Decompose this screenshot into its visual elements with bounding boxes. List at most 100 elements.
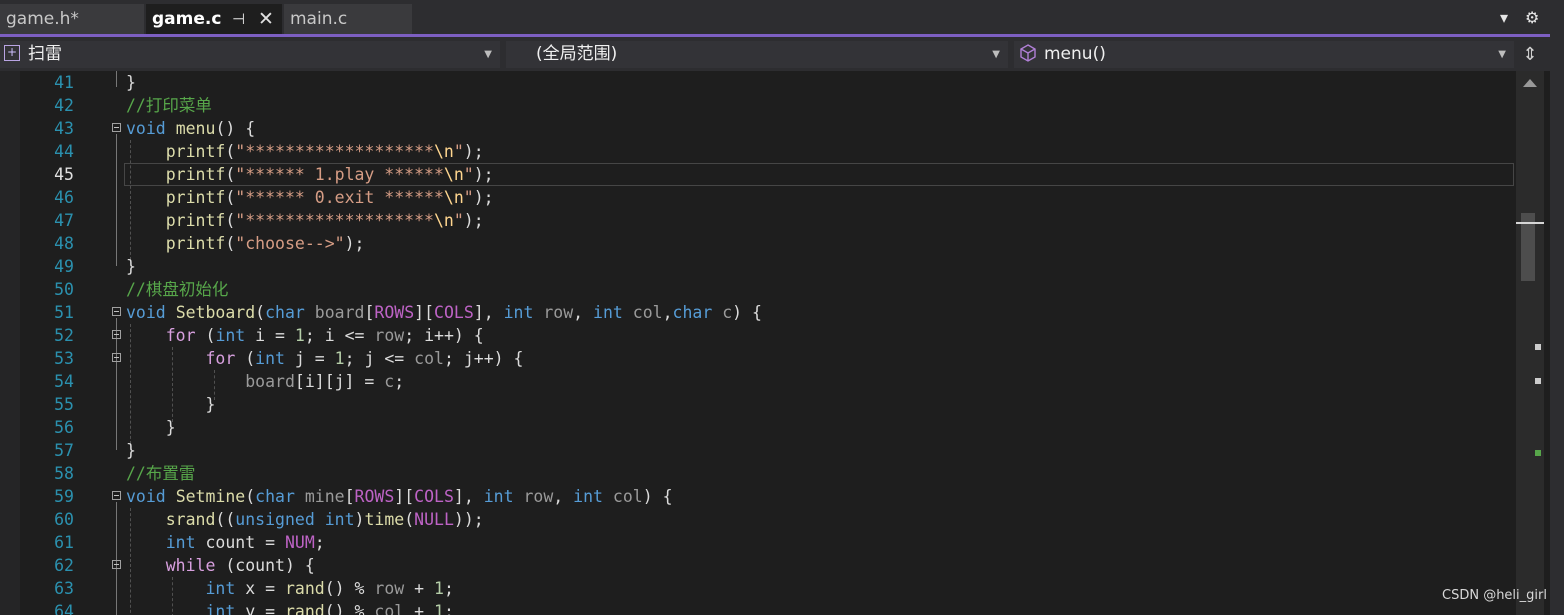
line-code: printf("choose-->"); — [165, 234, 365, 253]
chevron-down-icon: ▼ — [1498, 49, 1506, 60]
pin-icon[interactable]: ⊣ — [232, 4, 245, 34]
line-number: 42 — [54, 96, 74, 115]
line-code: for (int j = 1; j <= col; j++) { — [205, 349, 524, 368]
project-label: 扫雷 — [28, 44, 62, 64]
code-line: 53 for (int j = 1; j <= col; j++) { — [0, 347, 1516, 370]
code-line: 60 srand((unsigned int)time(NULL)); — [0, 508, 1516, 531]
code-line: 59 void Setmine(char mine[ROWS][COLS], in… — [0, 485, 1516, 508]
line-code: //布置雷 — [126, 464, 196, 483]
line-number: 55 — [54, 395, 74, 414]
fold-toggle-icon[interactable] — [112, 491, 121, 500]
tab-list-dropdown-icon[interactable]: ▾ — [1500, 8, 1508, 27]
line-number: 44 — [54, 142, 74, 161]
line-number: 45 — [54, 165, 74, 184]
fold-toggle-icon[interactable] — [112, 123, 121, 132]
line-number: 64 — [54, 602, 74, 615]
line-number: 54 — [54, 372, 74, 391]
fold-toggle-icon[interactable] — [112, 307, 121, 316]
chevron-down-icon: ▼ — [992, 49, 1000, 60]
side-panel-edge — [1550, 0, 1564, 615]
line-code: //打印菜单 — [126, 96, 212, 115]
fold-toggle-icon[interactable] — [112, 353, 121, 362]
cube-icon — [1020, 44, 1036, 62]
close-icon[interactable]: ✕ — [258, 4, 274, 34]
code-line: 47 printf("*******************\n"); — [0, 209, 1516, 232]
code-line: 54 board[i][j] = c; — [0, 370, 1516, 393]
watermark: CSDN @heli_girl — [1442, 588, 1547, 603]
code-editor[interactable]: 41} 42 //打印菜单 43 void menu() { 44 printf("… — [0, 71, 1516, 615]
line-code: int x = rand() % row + 1; — [205, 579, 454, 598]
vertical-scrollbar[interactable] — [1516, 71, 1544, 615]
line-code: void Setboard(char board[ROWS][COLS], in… — [126, 303, 762, 322]
tab-label: game.c — [152, 9, 222, 29]
code-line: 57} — [0, 439, 1516, 462]
line-number: 59 — [54, 487, 74, 506]
code-line: 48 printf("choose-->"); — [0, 232, 1516, 255]
project-icon: + — [4, 45, 20, 61]
line-number: 62 — [54, 556, 74, 575]
tab-game-c[interactable]: game.c ⊣ ✕ — [146, 4, 282, 34]
line-code: printf("*******************\n"); — [165, 142, 484, 161]
scope-label: (全局范围) — [536, 44, 618, 64]
line-number: 57 — [54, 441, 74, 460]
code-line: 50 //棋盘初始化 — [0, 278, 1516, 301]
line-number: 47 — [54, 211, 74, 230]
line-number: 48 — [54, 234, 74, 253]
line-code: printf("*******************\n"); — [165, 211, 484, 230]
line-code: } — [126, 257, 136, 276]
line-number: 53 — [54, 349, 74, 368]
line-number: 61 — [54, 533, 74, 552]
line-code: } — [126, 441, 136, 460]
line-number: 60 — [54, 510, 74, 529]
line-code: } — [126, 73, 136, 92]
caret-position-marker — [1516, 222, 1544, 224]
tab-label: main.c — [290, 9, 348, 29]
line-code: //棋盘初始化 — [126, 280, 229, 299]
code-line: 42 //打印菜单 — [0, 94, 1516, 117]
scroll-marker — [1535, 344, 1541, 350]
tab-bar: game.h* game.c ⊣ ✕ main.c ▾ ⚙ — [0, 0, 1564, 37]
code-line: 44 printf("*******************\n"); — [0, 140, 1516, 163]
line-code: board[i][j] = c; — [245, 372, 405, 391]
line-number: 49 — [54, 257, 74, 276]
code-line: 41} — [0, 71, 1516, 94]
line-code: void menu() { — [126, 119, 256, 138]
project-dropdown[interactable]: + 扫雷 ▼ — [0, 41, 500, 68]
code-line: 52 for (int i = 1; i <= row; i++) { — [0, 324, 1516, 347]
scroll-up-icon[interactable] — [1523, 79, 1537, 87]
tab-label: game.h* — [6, 9, 79, 29]
scroll-marker — [1535, 378, 1541, 384]
line-code: printf("****** 0.exit ******\n"); — [165, 188, 494, 207]
line-code: int count = NUM; — [165, 533, 325, 552]
code-line: 51 void Setboard(char board[ROWS][COLS], … — [0, 301, 1516, 324]
code-line: 49} — [0, 255, 1516, 278]
member-dropdown[interactable]: menu() ▼ — [1014, 41, 1514, 68]
line-number: 52 — [54, 326, 74, 345]
tab-game-h[interactable]: game.h* — [0, 4, 144, 34]
line-number: 56 — [54, 418, 74, 437]
tab-main-c[interactable]: main.c — [284, 4, 412, 34]
line-number: 58 — [54, 464, 74, 483]
code-line: 46 printf("****** 0.exit ******\n"); — [0, 186, 1516, 209]
line-code: printf("****** 1.play ******\n"); — [165, 165, 494, 184]
split-window-icon[interactable]: ⇕ — [1518, 41, 1542, 68]
line-code: while (count) { — [165, 556, 315, 575]
line-code: int y = rand() % col + 1; — [205, 602, 454, 615]
chevron-down-icon: ▼ — [484, 49, 492, 60]
code-line: 58 //布置雷 — [0, 462, 1516, 485]
line-number: 46 — [54, 188, 74, 207]
member-label: menu() — [1044, 44, 1106, 64]
change-marker — [1535, 450, 1541, 456]
line-code: void Setmine(char mine[ROWS][COLS], int … — [126, 487, 673, 506]
scope-dropdown[interactable]: (全局范围) ▼ — [506, 41, 1008, 68]
code-line: 63 int x = rand() % row + 1; — [0, 577, 1516, 600]
line-number: 63 — [54, 579, 74, 598]
code-line: 61 int count = NUM; — [0, 531, 1516, 554]
line-number: 41 — [54, 73, 74, 92]
line-code: srand((unsigned int)time(NULL)); — [165, 510, 484, 529]
fold-toggle-icon[interactable] — [112, 330, 121, 339]
code-line: 43 void menu() { — [0, 117, 1516, 140]
gear-icon[interactable]: ⚙ — [1525, 8, 1539, 27]
code-line-current: 45 printf("****** 1.play ******\n"); — [0, 163, 1516, 186]
fold-toggle-icon[interactable] — [112, 560, 121, 569]
